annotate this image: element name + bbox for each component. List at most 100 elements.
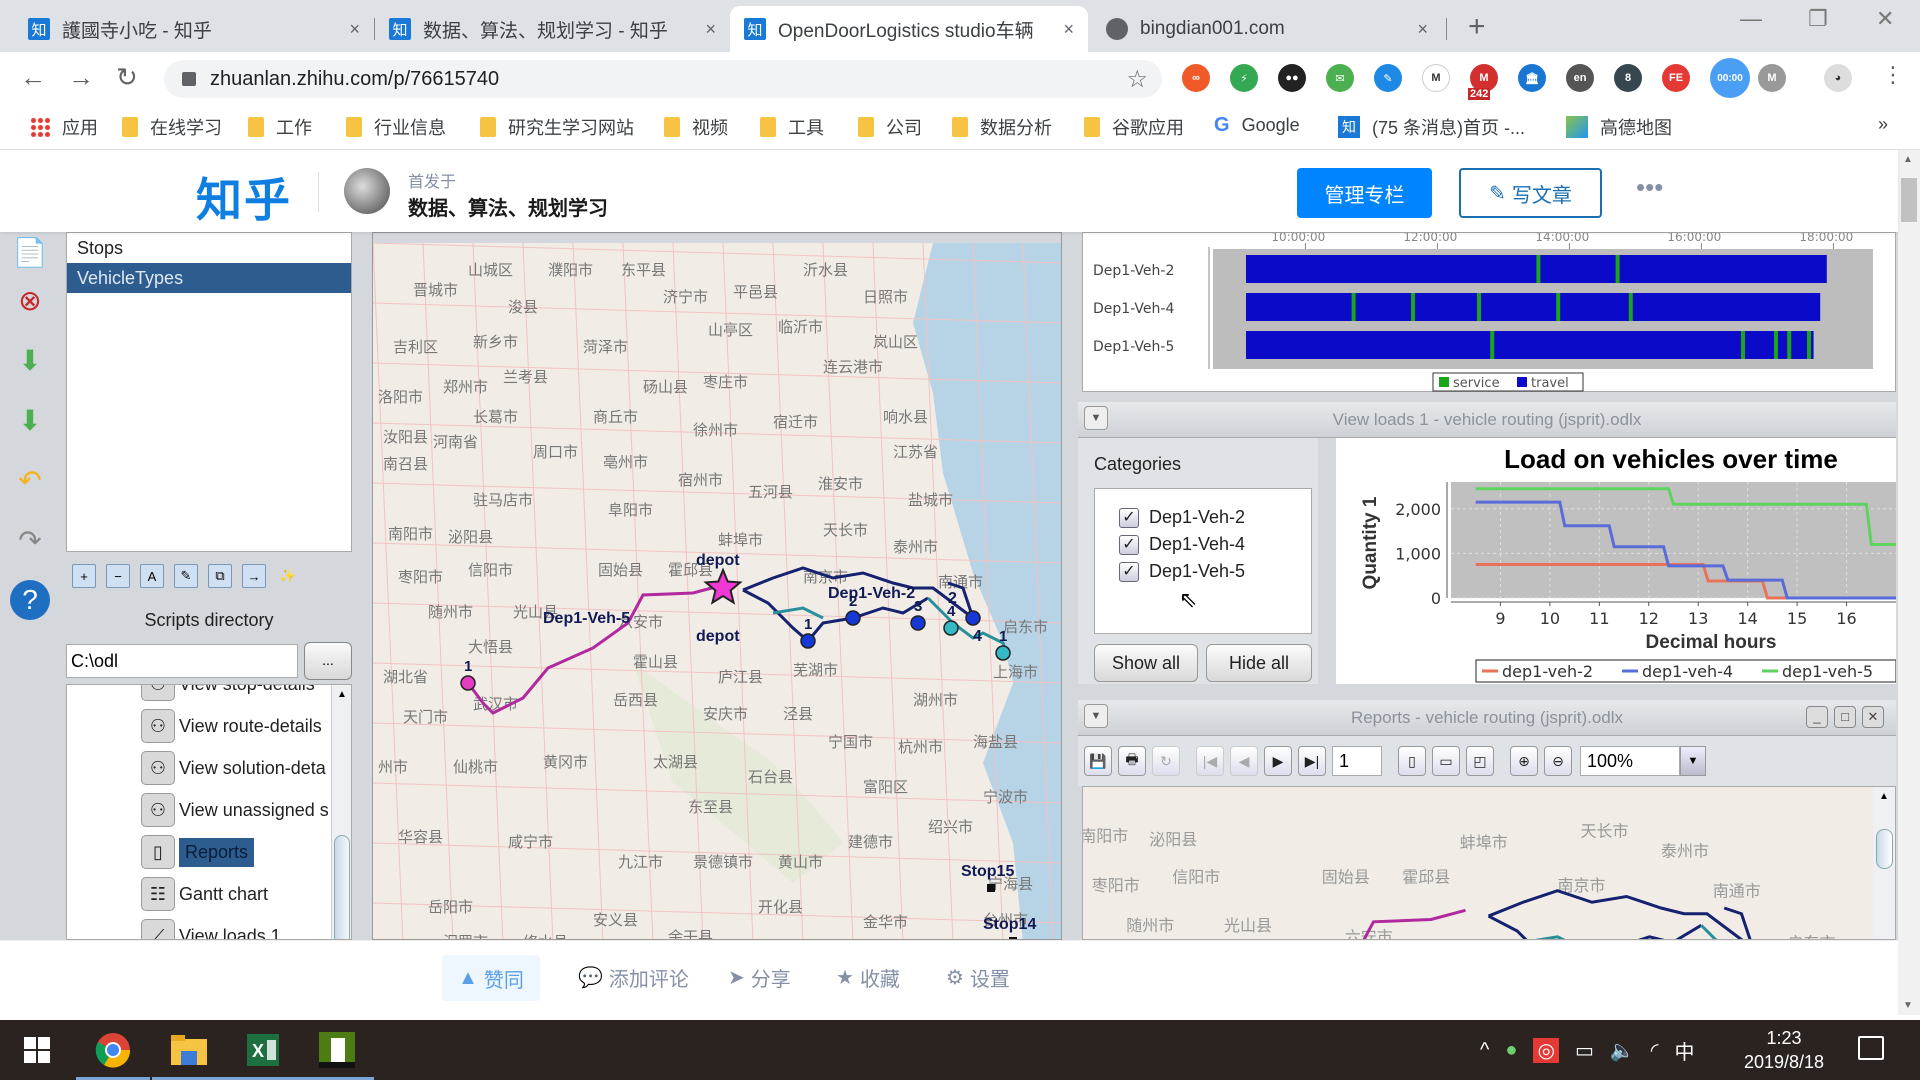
settings-button[interactable]: ⚙ 设置 <box>946 963 1010 992</box>
add-table-icon[interactable]: + <box>72 564 96 588</box>
close-tab-icon[interactable]: × <box>1063 19 1074 40</box>
back-button[interactable]: ← <box>20 62 46 93</box>
redo-icon[interactable]: ↷ <box>10 520 50 560</box>
minimize-window-button[interactable]: _ <box>1806 706 1828 728</box>
close-tab-icon[interactable]: × <box>1417 19 1428 40</box>
undo-icon[interactable]: ↶ <box>10 460 50 500</box>
browse-directory-button[interactable]: ... <box>304 642 352 680</box>
volume-icon[interactable]: 🔈 <box>1610 1038 1635 1063</box>
scrollbar-thumb[interactable] <box>334 835 350 939</box>
bookmark-12[interactable]: 高德地图 <box>1566 114 1672 140</box>
bookmark-9[interactable]: 谷歌应用 <box>1084 114 1184 140</box>
table-item-stops[interactable]: Stops <box>67 233 351 263</box>
close-window-button[interactable]: ✕ <box>1876 6 1894 32</box>
category-dep1-veh-5[interactable]: ✓ Dep1-Veh-5 <box>1119 561 1245 582</box>
netease-music-icon[interactable]: ◎ <box>1533 1037 1559 1063</box>
script-item[interactable]: ⟋ View loads 1 <box>141 917 281 939</box>
scroll-up-arrow[interactable]: ▲ <box>337 689 347 700</box>
script-item[interactable]: ☷ Gantt chart <box>141 875 268 913</box>
hourglass-extension[interactable]: 8 <box>1614 64 1642 92</box>
taskbar-excel[interactable]: X <box>226 1028 300 1080</box>
chrome-menu-icon[interactable]: ⋮ <box>1882 62 1904 88</box>
bookmark-4[interactable]: 研究生学习网站 <box>480 114 634 140</box>
category-dep1-veh-4[interactable]: ✓ Dep1-Veh-4 <box>1119 534 1245 555</box>
maximize-window-button[interactable]: □ <box>1834 706 1856 728</box>
fe-extension[interactable]: FE <box>1662 64 1690 92</box>
show-all-button[interactable]: Show all <box>1094 644 1198 682</box>
tab-bingdian[interactable]: bingdian001.com × <box>1092 6 1442 52</box>
taskbar-odl-studio[interactable] <box>300 1028 374 1080</box>
script-item[interactable]: ⚇ View stop-details <box>141 685 315 703</box>
category-dep1-veh-2[interactable]: ✓ Dep1-Veh-2 <box>1119 507 1245 528</box>
import-icon[interactable]: ⬇ <box>10 340 50 380</box>
print-icon[interactable]: 🖶 <box>1118 746 1146 776</box>
clock[interactable]: 1:23 2019/8/18 <box>1734 1026 1834 1074</box>
zoom-out-icon[interactable]: ⊖ <box>1544 746 1572 776</box>
share-button[interactable]: ➤ 分享 <box>728 963 791 992</box>
taskbar-chrome[interactable] <box>76 1028 150 1080</box>
script-item[interactable]: ▯ Reports <box>141 833 255 871</box>
m-extension[interactable]: M <box>1758 64 1786 92</box>
tab-data-algorithm[interactable]: 知 数据、算法、规划学习 - 知乎 × <box>375 6 730 52</box>
bookmark-8[interactable]: 数据分析 <box>952 114 1052 140</box>
checkbox[interactable]: ✓ <box>1119 561 1139 582</box>
show-hidden-icons[interactable]: ^ <box>1480 1039 1489 1062</box>
reload-button[interactable]: ↻ <box>116 62 138 93</box>
wifi-icon[interactable]: ◜ <box>1651 1038 1659 1063</box>
bookmarks-overflow[interactable]: » <box>1878 114 1888 135</box>
write-article-button[interactable]: ✎ 写文章 <box>1459 168 1602 218</box>
profile-avatar[interactable]: ◕ <box>1824 64 1852 92</box>
more-options-button[interactable]: ••• <box>1636 172 1663 203</box>
scroll-up-arrow[interactable]: ▲ <box>1879 791 1889 802</box>
table-item-vehicletypes[interactable]: VehicleTypes <box>67 263 351 293</box>
chat-extension[interactable]: ✉ <box>1326 64 1354 92</box>
first-page-icon[interactable]: |◀ <box>1196 746 1224 776</box>
bookmark-6[interactable]: 工具 <box>760 114 824 140</box>
close-window-button[interactable]: ✕ <box>1862 706 1884 728</box>
restore-button[interactable]: ❐ <box>1808 6 1828 32</box>
actual-size-icon[interactable]: ▯ <box>1398 746 1426 776</box>
column-name[interactable]: 数据、算法、规划学习 <box>408 192 608 221</box>
fit-page-icon[interactable]: ▭ <box>1432 746 1460 776</box>
close-tab-icon[interactable]: × <box>349 19 360 40</box>
close-tab-icon[interactable]: × <box>705 19 716 40</box>
map-view[interactable]: 山城区 濮阳市 东平县 沂水县 晋城市 济宁市 平邑县 日照市 浚县 山亭区 临沂市 吉利区 新乡市 菏泽… <box>372 232 1062 940</box>
bookmark-7[interactable]: 公司 <box>858 114 922 140</box>
shield-extension[interactable]: M <box>1422 64 1450 92</box>
bookmark-star-icon[interactable]: ☆ <box>1126 65 1148 94</box>
tables-list[interactable]: Stops VehicleTypes <box>66 232 352 552</box>
url-text[interactable]: zhuanlan.zhihu.com/p/76615740 <box>210 68 499 91</box>
help-icon[interactable]: ? <box>10 580 50 620</box>
start-button[interactable] <box>14 1028 60 1072</box>
tampermonkey-extension[interactable]: ●● <box>1278 64 1306 92</box>
scrollbar-thumb[interactable] <box>1876 829 1893 869</box>
hide-all-button[interactable]: Hide all <box>1206 644 1312 682</box>
script-item[interactable]: ⚇ View route-details <box>141 707 322 745</box>
ime-indicator[interactable]: 中 <box>1675 1036 1695 1065</box>
bookmark-10[interactable]: G Google <box>1214 114 1300 137</box>
tab-opendoorlogistics[interactable]: 知 OpenDoorLogistics studio车辆 × <box>730 6 1088 52</box>
save-icon[interactable]: 💾 <box>1084 746 1112 776</box>
zoom-in-icon[interactable]: ⊕ <box>1510 746 1538 776</box>
close-file-icon[interactable]: ⊗ <box>10 280 50 320</box>
favorite-button[interactable]: ★ 收藏 <box>836 963 900 992</box>
bank-extension[interactable]: 🏛 <box>1518 64 1546 92</box>
scripts-directory-field[interactable]: C:\odl <box>66 644 298 678</box>
bookmark-11[interactable]: 知 (75 条消息)首页 -... <box>1338 114 1525 140</box>
new-tab-button[interactable]: + <box>1468 10 1486 44</box>
fit-width-icon[interactable]: ◰ <box>1466 746 1494 776</box>
panel-splitter[interactable] <box>1322 438 1334 684</box>
edit-table-icon[interactable]: ✎ <box>174 564 198 588</box>
bookmark-5[interactable]: 视频 <box>664 114 728 140</box>
infinity-extension[interactable]: ∞ <box>1182 64 1210 92</box>
bookmark-3[interactable]: 行业信息 <box>346 114 446 140</box>
last-page-icon[interactable]: ▶| <box>1298 746 1326 776</box>
tab-huguosi[interactable]: 知 護國寺小吃 - 知乎 × <box>14 6 374 52</box>
scroll-down-arrow[interactable]: ▼ <box>1903 1000 1913 1011</box>
checkbox[interactable]: ✓ <box>1119 534 1139 555</box>
notification-center-icon[interactable] <box>1858 1036 1884 1060</box>
next-page-icon[interactable]: ▶ <box>1264 746 1292 776</box>
lightning-extension[interactable]: ⚡ <box>1230 64 1258 92</box>
minimize-button[interactable]: — <box>1740 6 1762 32</box>
comment-button[interactable]: 💬 添加评论 <box>578 963 689 992</box>
